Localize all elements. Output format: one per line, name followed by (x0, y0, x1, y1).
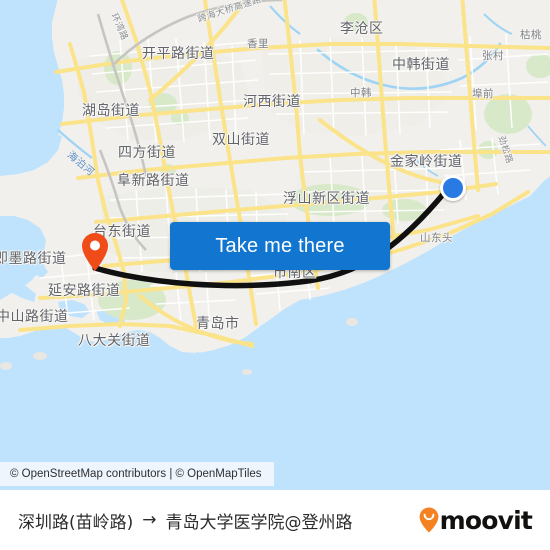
moovit-logo[interactable]: moovit (419, 505, 533, 535)
origin-label: 深圳路(苗岭路) (18, 512, 134, 533)
footer-bar: 深圳路(苗岭路) → 青岛大学医学院@登州路 moovit (0, 490, 550, 550)
destination-location-dot[interactable] (440, 175, 466, 201)
map-attribution[interactable]: © OpenStreetMap contributors | © OpenMap… (0, 462, 274, 486)
take-me-there-button[interactable]: Take me there (170, 222, 390, 270)
map-canvas[interactable]: 开平路街道 湖岛街道 河西街道 四方街道 双山街道 阜新路街道 浮山新区街道 李沧区 中韩街道金… (0, 0, 550, 490)
moovit-pin-icon (419, 507, 438, 533)
arrow-icon: → (142, 510, 157, 530)
destination-label: 青岛大学医学院@登州路 (165, 512, 353, 533)
moovit-wordmark: moovit (439, 505, 533, 535)
route-summary: 深圳路(苗岭路) → 青岛大学医学院@登州路 (18, 508, 353, 533)
